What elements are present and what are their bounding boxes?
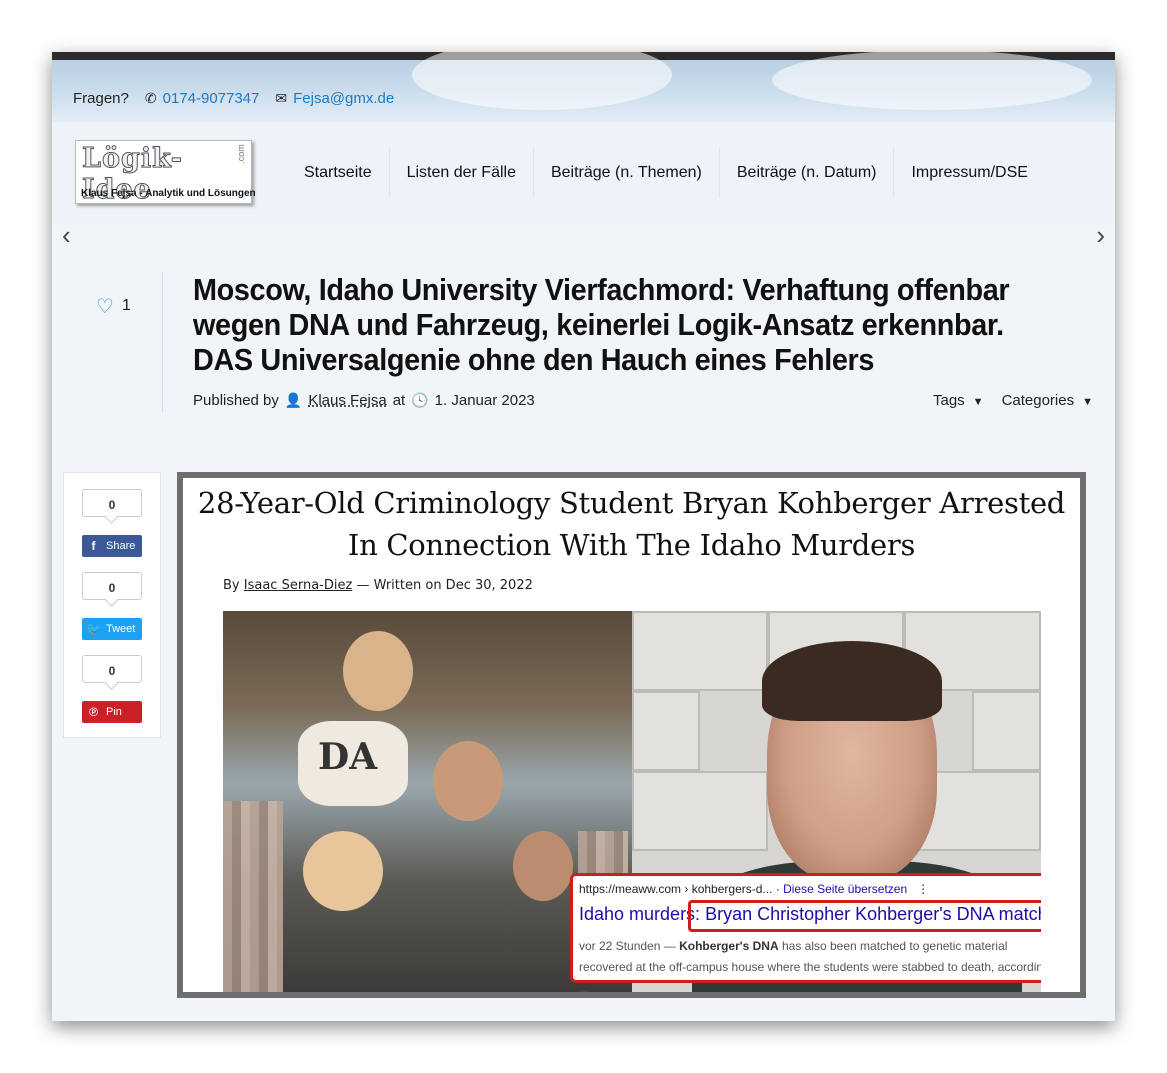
logo-tld: .com [235,144,246,164]
article-screenshot: 28-Year-Old Criminology Student Bryan Ko… [177,472,1086,998]
menu-item-beitraege-datum[interactable]: Beiträge (n. Datum) [718,148,894,198]
logo-subtitle: Klaus Fejsa - Analytik und Lösungen [81,188,256,199]
post-meta: Published by 👤 Klaus Fejsa at 🕓 1. Janua… [193,392,535,409]
twitter-tweet-button[interactable]: 🐦 Tweet [82,618,142,640]
question-label: Fragen? [73,90,129,107]
mail-icon: ✉ [275,90,288,106]
user-icon: 👤 [284,392,303,408]
phone-link[interactable]: 0174-9077347 [163,90,260,107]
article-photo: DA https://meaww.com › kohbergers-d... ·… [223,611,1041,992]
share-count: 0 [82,489,142,517]
phone-icon: ✆ [144,90,157,106]
pinterest-icon: ℗ [89,705,98,719]
menu-item-impressum[interactable]: Impressum/DSE [893,148,1044,198]
tags-label: Tags [932,392,965,409]
menu-item-startseite[interactable]: Startseite [287,148,389,198]
post-title: Moscow, Idaho University Vierfachmord: V… [193,272,1010,377]
tags-categories: Tags ▼ Categories ▼ [933,392,1093,409]
snippet-text: vor 22 Stunden — Kohberger's DNA has als… [579,936,1041,992]
like-box: ♡ 1 [82,272,163,412]
caret-down-icon: ▼ [1082,396,1093,408]
menu-item-listen[interactable]: Listen der Fälle [388,148,533,198]
social-share-panel: 0 f Share 0 🐦 Tweet 0 ℗ Pin [63,472,161,738]
caret-down-icon: ▼ [972,396,984,408]
article-byline: By Isaac Serna-Diez — Written on Dec 30,… [223,578,533,593]
site-logo[interactable]: Lögik-Idee .com Klaus Fejsa - Analytik u… [75,140,256,206]
facebook-share-button[interactable]: f Share [82,535,142,557]
published-by-label: Published by [193,392,279,409]
sweatshirt: DA [298,721,408,806]
browser-frame: Fragen? ✆ 0174-9077347 ✉ Fejsa@gmx.de Lö… [52,52,1115,1021]
email-link[interactable]: Fejsa@gmx.de [293,90,394,107]
more-vert-icon[interactable]: ⋮ [911,882,929,896]
menu-item-beitraege-themen[interactable]: Beiträge (n. Themen) [532,148,719,198]
categories-label: Categories [1001,392,1075,409]
author-link[interactable]: Klaus Fejsa [308,392,386,409]
headline-line-2: In Connection With The Idaho Murders [347,528,916,562]
byline-author[interactable]: Isaac Serna-Diez [244,578,353,593]
tweet-label: Tweet [106,623,136,635]
snippet-url-text: https://meaww.com › kohbergers-d... [579,882,773,896]
categories-dropdown[interactable]: Categories ▼ [1002,392,1093,409]
share-label: Share [106,540,136,552]
main-menu: Startseite Listen der Fälle Beiträge (n.… [287,148,1045,198]
nav-bar: Lögik-Idee .com Klaus Fejsa - Analytik u… [52,122,1115,222]
twitter-bird-icon: 🐦 [86,622,101,636]
tags-dropdown[interactable]: Tags ▼ [933,392,984,409]
search-result-snippet: https://meaww.com › kohbergers-d... · Di… [570,873,1041,992]
at-label: at [392,392,406,409]
translate-link[interactable]: Diese Seite übersetzen [783,882,907,896]
contact-bar: Fragen? ✆ 0174-9077347 ✉ Fejsa@gmx.de [73,90,394,107]
tweet-count: 0 [82,572,142,600]
article-headline: 28-Year-Old Criminology Student Bryan Ko… [183,482,1080,566]
header-band: Fragen? ✆ 0174-9077347 ✉ Fejsa@gmx.de [52,52,1115,122]
headline-line-1: 28-Year-Old Criminology Student Bryan Ko… [197,486,1066,520]
like-count: 1 [122,297,131,314]
snippet-title-prefix: Idaho murders: [579,904,701,924]
clock-icon: 🕓 [411,392,429,408]
byline-date: — Written on Dec 30, 2022 [356,578,533,593]
pin-label: Pin [106,706,122,718]
by-label: By [223,578,240,593]
pinterest-pin-button[interactable]: ℗ Pin [82,701,142,723]
sweatshirt-text: DA [318,736,378,778]
post-date: 1. Januar 2023 [434,392,535,409]
highlight-box [688,900,1041,932]
snippet-bold: Kohberger's DNA [679,939,779,953]
next-post-arrow[interactable]: › [1096,220,1105,251]
facebook-icon: f [91,539,96,553]
pin-count: 0 [82,655,142,683]
prev-post-arrow[interactable]: ‹ [62,220,71,251]
snippet-url: https://meaww.com › kohbergers-d... · Di… [579,882,930,896]
snippet-age: vor 22 Stunden — [579,939,676,953]
heart-icon[interactable]: ♡ [96,294,114,319]
